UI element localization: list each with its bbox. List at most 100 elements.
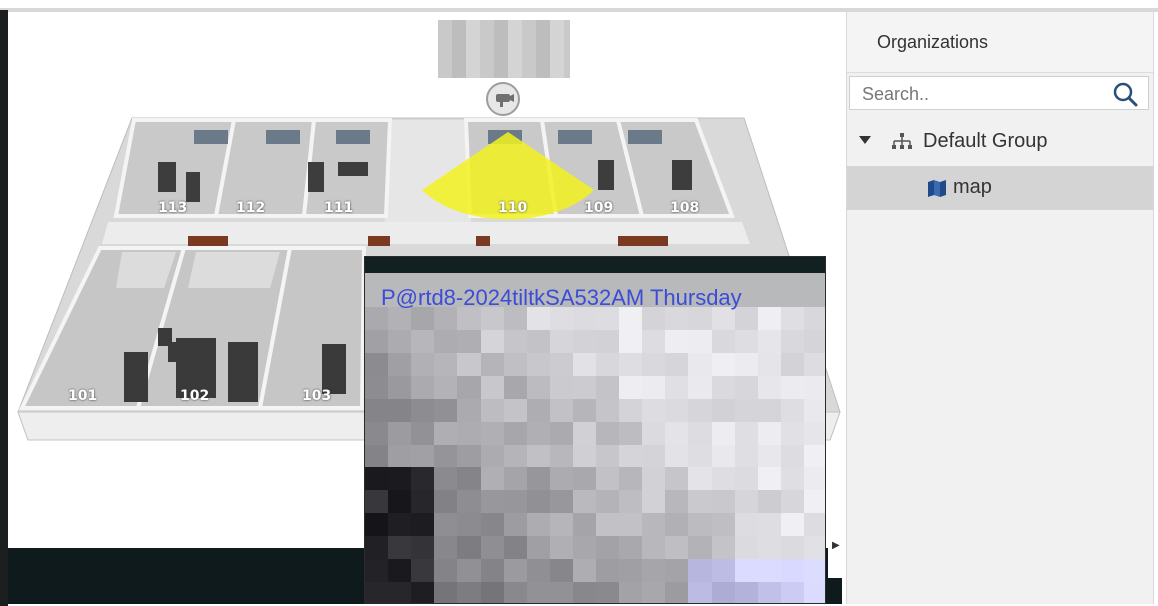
video-pixel-block xyxy=(711,582,735,603)
video-pixel-block xyxy=(665,375,689,399)
caret-down-icon[interactable] xyxy=(859,136,871,144)
video-pixel-block xyxy=(503,490,527,514)
video-pixel-block xyxy=(688,513,712,537)
search-input[interactable] xyxy=(860,81,1104,107)
video-pixel-block xyxy=(596,467,620,491)
video-pixel-block xyxy=(642,421,666,445)
video-pixel-block xyxy=(780,513,804,537)
video-pixel-block xyxy=(503,467,527,491)
video-pixel-block xyxy=(411,375,435,399)
video-pixel-block xyxy=(480,490,504,514)
room-label-111: 111 xyxy=(324,200,354,216)
video-pixel-block xyxy=(365,559,389,583)
video-pixel-block xyxy=(365,513,389,537)
room-label-101: 101 xyxy=(68,388,98,404)
room-label-110: 110 xyxy=(498,200,528,216)
video-pixel-block xyxy=(526,329,550,353)
video-pixel-block xyxy=(411,582,435,603)
video-pixel-block xyxy=(734,536,758,560)
video-pixel-block xyxy=(711,398,735,422)
video-pixel-block xyxy=(734,329,758,353)
video-pixel-block xyxy=(549,329,573,353)
video-pixel-block xyxy=(365,536,389,560)
video-pixel-block xyxy=(480,375,504,399)
video-pixel-block xyxy=(803,582,825,603)
room-label-113: 113 xyxy=(158,200,188,216)
camera-icon[interactable] xyxy=(486,82,520,116)
video-pixel-block xyxy=(642,582,666,603)
video-pixel-block xyxy=(572,559,596,583)
video-pixel-block xyxy=(549,490,573,514)
video-pixel-block xyxy=(388,375,412,399)
video-pixel-block xyxy=(780,467,804,491)
video-pixel-block xyxy=(757,467,781,491)
video-pixel-block xyxy=(665,582,689,603)
video-pixel-block xyxy=(711,513,735,537)
video-pixel-block xyxy=(642,352,666,376)
video-pixel-block xyxy=(503,398,527,422)
tree-node-map[interactable]: map xyxy=(847,166,1153,210)
video-pixel-block xyxy=(411,536,435,560)
video-pixel-block xyxy=(688,375,712,399)
video-pixel-block xyxy=(388,398,412,422)
video-pixel-block xyxy=(572,467,596,491)
video-pixel-block xyxy=(780,536,804,560)
video-pixel-block xyxy=(526,352,550,376)
video-pixel-block xyxy=(526,559,550,583)
camera-video-popup[interactable]: P@rtd8-2024tiltkSA532AM Thursday xyxy=(364,256,826,604)
video-pixel-block xyxy=(503,375,527,399)
floor-map-view[interactable]: 113 112 111 110 109 108 101 102 103 P@rt… xyxy=(8,12,842,604)
video-pixel-block xyxy=(734,490,758,514)
video-pixel-block xyxy=(480,398,504,422)
video-pixel-block xyxy=(665,398,689,422)
video-pixel-block xyxy=(549,352,573,376)
video-pixel-block xyxy=(596,490,620,514)
video-pixel-block xyxy=(711,559,735,583)
video-pixel-block xyxy=(688,490,712,514)
video-pixel-block xyxy=(596,559,620,583)
video-pixel-block xyxy=(619,375,643,399)
video-pixel-block xyxy=(665,513,689,537)
video-pixel-block xyxy=(480,421,504,445)
tree-node-label: map xyxy=(953,176,992,198)
video-pixel-block xyxy=(526,536,550,560)
video-pixel-block xyxy=(526,467,550,491)
video-pixel-block xyxy=(780,582,804,603)
video-pixel-block xyxy=(434,513,458,537)
video-pixel-block xyxy=(596,513,620,537)
video-pixel-block xyxy=(411,513,435,537)
video-pixel-block xyxy=(780,375,804,399)
video-pixel-block xyxy=(711,375,735,399)
panel-title: Organizations xyxy=(877,32,989,52)
organizations-panel: Organizations Default Group xyxy=(846,12,1154,604)
video-pixel-block xyxy=(411,444,435,468)
video-pixel-block xyxy=(434,329,458,353)
video-pixel-block xyxy=(665,421,689,445)
video-pixel-block xyxy=(549,513,573,537)
video-pixel-block xyxy=(434,375,458,399)
tree-node-default-group[interactable]: Default Group xyxy=(847,120,1153,164)
video-pixel-block xyxy=(803,444,825,468)
video-pixel-block xyxy=(619,329,643,353)
video-pixel-block xyxy=(757,375,781,399)
video-pixel-block xyxy=(619,352,643,376)
video-pixel-block xyxy=(665,490,689,514)
video-pixel-block xyxy=(365,444,389,468)
video-pixel-block xyxy=(688,467,712,491)
room-label-102: 102 xyxy=(180,388,210,404)
video-pixel-block xyxy=(457,513,481,537)
video-pixel-block xyxy=(549,398,573,422)
search-box xyxy=(849,76,1149,110)
video-pixel-block xyxy=(480,582,504,603)
video-pixel-block xyxy=(526,490,550,514)
collapse-panel-toggle[interactable]: ▶ xyxy=(828,516,842,578)
video-pixel-block xyxy=(596,329,620,353)
search-icon[interactable] xyxy=(1112,81,1138,107)
video-pixel-block xyxy=(411,398,435,422)
video-pixel-block xyxy=(526,398,550,422)
video-pixel-block xyxy=(549,375,573,399)
video-pixel-block xyxy=(411,352,435,376)
video-pixel-block xyxy=(642,490,666,514)
video-pixel-block xyxy=(365,582,389,603)
video-pixel-block xyxy=(803,467,825,491)
